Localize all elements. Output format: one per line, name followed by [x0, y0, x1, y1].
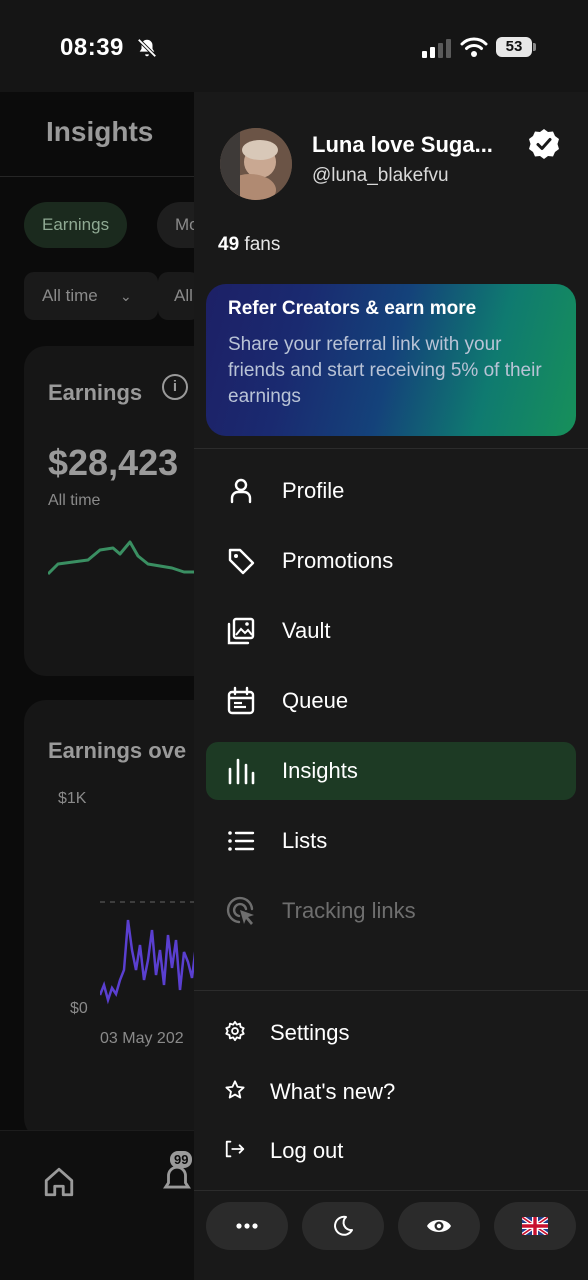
menu-label-profile: Profile [282, 478, 345, 503]
settings-link[interactable]: Settings [218, 1010, 518, 1054]
menu-item-profile[interactable]: Profile [206, 462, 576, 520]
chevron-down-icon: ⌄ [120, 288, 132, 304]
display-name[interactable]: Luna love Suga... [312, 132, 522, 158]
menu-item-lists[interactable]: Lists [206, 812, 576, 870]
signal-icon [422, 39, 451, 58]
refer-description: Share your referral link with your frien… [228, 334, 542, 407]
chart-card-title: Earnings ove [48, 738, 187, 763]
language-button[interactable] [494, 1202, 576, 1250]
battery-level: 53 [496, 37, 532, 57]
divider [194, 448, 588, 449]
x-axis-start: 03 May 202 [100, 1030, 184, 1047]
dark-mode-button[interactable] [302, 1202, 384, 1250]
calendar-icon [227, 686, 255, 715]
fans-number: 49 [218, 234, 240, 255]
menu-label-tracking-links: Tracking links [282, 898, 416, 923]
period-select-label: All time [42, 286, 98, 305]
uk-flag-icon [522, 1217, 548, 1235]
filter-select-label: All [174, 286, 193, 305]
period-select[interactable]: All time ⌄ [24, 272, 158, 320]
more-icon [236, 1223, 258, 1229]
cursor-click-icon [226, 896, 254, 925]
user-icon [230, 478, 252, 504]
list-icon [228, 831, 255, 851]
menu-label-queue: Queue [282, 688, 349, 713]
menu-label-promotions: Promotions [282, 548, 394, 573]
side-drawer: Luna love Suga... @luna_blakefvu 49 fans… [194, 92, 588, 1280]
wifi-icon [460, 37, 488, 57]
battery-icon: 53 [496, 37, 536, 57]
earnings-card-title: Earnings [48, 380, 143, 405]
avatar[interactable] [220, 128, 292, 200]
chip-earnings[interactable]: Earnings [24, 202, 128, 248]
menu-item-insights[interactable]: Insights [206, 742, 576, 800]
menu-item-tracking-links[interactable]: Tracking links [206, 882, 576, 940]
bar-chart-icon [228, 758, 255, 785]
menu-label-lists: Lists [282, 828, 328, 853]
earnings-amount: $28,423 [48, 442, 179, 483]
images-icon [227, 617, 255, 645]
log-out-label: Log out [270, 1138, 344, 1163]
refer-creators-banner[interactable]: Refer Creators & earn more Share your re… [206, 284, 576, 436]
y-axis-top: $1K [58, 790, 87, 807]
more-button[interactable] [206, 1202, 288, 1250]
earnings-bar-chart [100, 901, 200, 1005]
y-axis-bottom: $0 [70, 1000, 88, 1017]
whats-new-link[interactable]: What's new? [218, 1069, 518, 1113]
home-icon[interactable] [42, 1165, 76, 1199]
settings-label: Settings [270, 1020, 350, 1045]
gear-icon [225, 1020, 245, 1042]
fans-label: fans [244, 234, 281, 255]
star-icon [225, 1080, 245, 1099]
tag-icon [228, 548, 255, 575]
page-title: Insights [46, 116, 154, 147]
menu-item-queue[interactable]: Queue [206, 672, 576, 730]
notifications-bell-icon[interactable] [160, 1163, 194, 1197]
menu-item-vault[interactable]: Vault [206, 602, 576, 660]
drawer-bottom-bar [194, 1190, 588, 1280]
info-icon[interactable]: i [162, 374, 188, 400]
divider [194, 990, 588, 991]
bell-muted-icon [137, 38, 157, 58]
notification-badge: 99 [170, 1151, 193, 1168]
logout-icon [225, 1140, 245, 1158]
status-time: 08:39 [60, 34, 124, 61]
moon-icon [334, 1215, 353, 1236]
verified-badge-icon [529, 129, 559, 159]
earnings-sparkline [48, 540, 198, 576]
eye-icon [427, 1220, 451, 1232]
menu-label-vault: Vault [282, 618, 331, 643]
menu-label-insights: Insights [282, 758, 358, 783]
log-out-link[interactable]: Log out [218, 1128, 518, 1172]
username-handle: @luna_blakefvu [312, 165, 449, 186]
fans-count[interactable]: 49 fans [218, 234, 280, 256]
visibility-button[interactable] [398, 1202, 480, 1250]
earnings-period: All time [48, 492, 101, 509]
status-bar: 08:39 53 [0, 0, 588, 92]
menu-item-promotions[interactable]: Promotions [206, 532, 576, 590]
refer-title: Refer Creators & earn more [228, 298, 477, 319]
whats-new-label: What's new? [270, 1079, 396, 1104]
